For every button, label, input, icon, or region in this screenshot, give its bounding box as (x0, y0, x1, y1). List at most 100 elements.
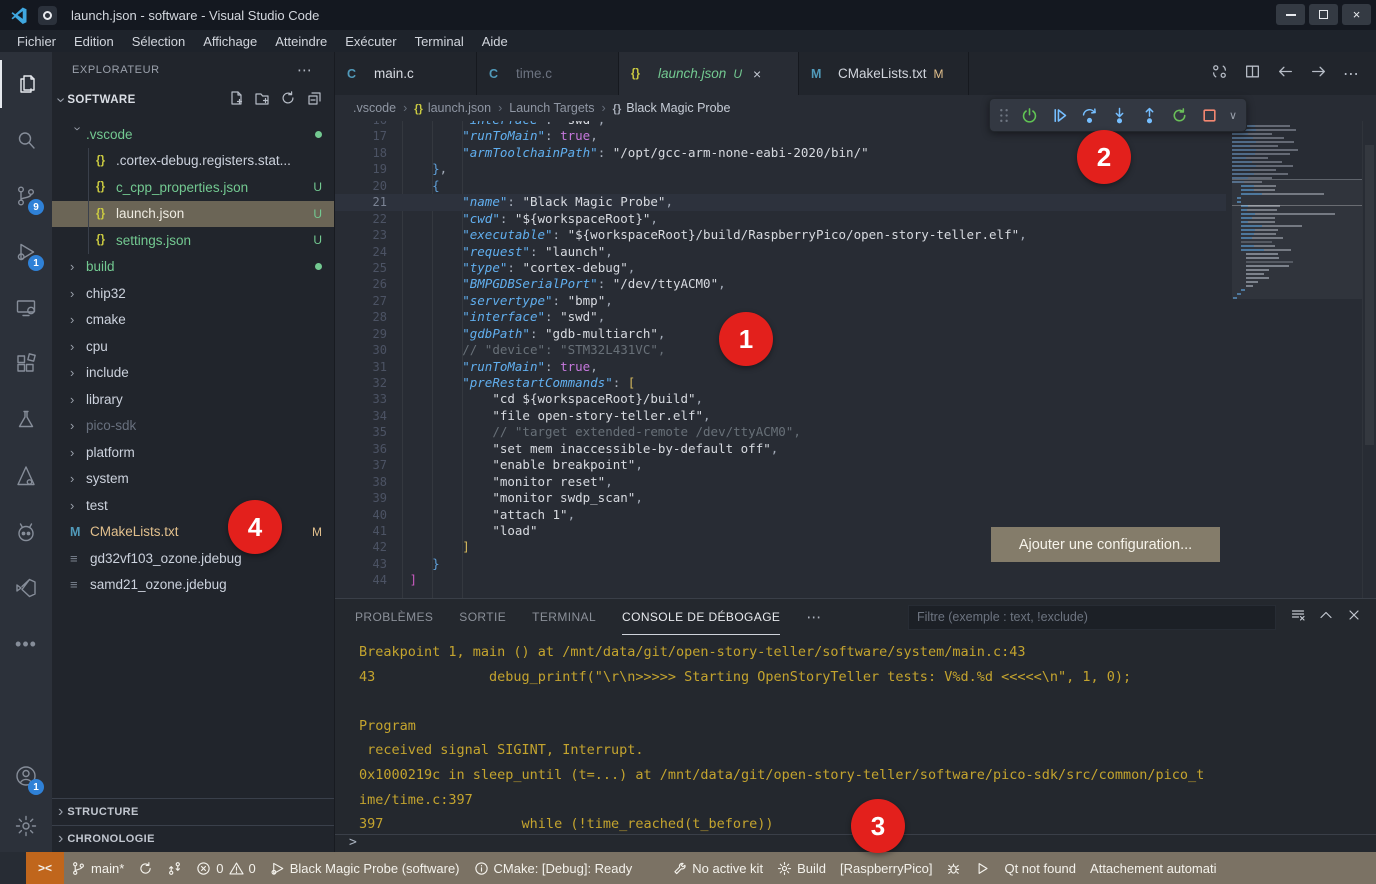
minimap-slider[interactable] (1232, 179, 1362, 299)
code-line-32[interactable]: 32 "preRestartCommands": [ (335, 375, 1226, 391)
collapse-all-button[interactable] (306, 90, 322, 111)
code-area[interactable]: 16 "interface": "swd",17 "runToMain": tr… (335, 121, 1226, 589)
new-folder-button[interactable] (254, 90, 270, 111)
tree-item-build[interactable]: ›build (52, 254, 334, 281)
editor-scrollbar[interactable] (1362, 121, 1376, 598)
maximize-button[interactable] (1309, 4, 1338, 25)
code-line-33[interactable]: 33 "cd ${workspaceRoot}/build", (335, 391, 1226, 407)
open-changes-button[interactable] (1211, 63, 1228, 85)
continue-button[interactable] (1046, 102, 1073, 128)
code-line-34[interactable]: 34 "file open-story-teller.elf", (335, 408, 1226, 424)
tab-main.c[interactable]: Cmain.c (335, 52, 477, 95)
code-line-36[interactable]: 36 "set mem inaccessible-by-default off"… (335, 441, 1226, 457)
statusbar-cmake-status[interactable]: CMake: [Debug]: Ready (467, 852, 640, 884)
sidebar-more-icon[interactable]: ⋯ (297, 61, 314, 79)
menu-item-edition[interactable]: Edition (65, 34, 123, 49)
menu-item-aide[interactable]: Aide (473, 34, 517, 49)
code-line-44[interactable]: 44 ] (335, 572, 1226, 588)
activity-explorer[interactable] (0, 60, 52, 108)
code-line-27[interactable]: 27 "servertype": "bmp", (335, 293, 1226, 309)
debug-filter-input[interactable] (908, 605, 1276, 630)
code-line-23[interactable]: 23 "executable": "${workspaceRoot}/build… (335, 227, 1226, 243)
activity-source-control[interactable]: 9 (0, 172, 52, 220)
activity-visual-studio[interactable] (0, 564, 52, 612)
tree-item-library[interactable]: ›library (52, 386, 334, 413)
code-line-31[interactable]: 31 "runToMain": true, (335, 359, 1226, 375)
activity-search[interactable] (0, 116, 52, 164)
tree-item-CMakeLists.txt[interactable]: MCMakeLists.txtM (52, 519, 334, 546)
tree-item-launch.json[interactable]: {}launch.jsonU (52, 201, 334, 228)
tree-item-chip32[interactable]: ›chip32 (52, 280, 334, 307)
code-line-21[interactable]: 21 "name": "Black Magic Probe", (335, 194, 1226, 210)
tree-item-platform[interactable]: ›platform (52, 439, 334, 466)
tree-item-c_cpp_properties.json[interactable]: {}c_cpp_properties.jsonU (52, 174, 334, 201)
close-panel-button[interactable] (1346, 607, 1362, 628)
tree-item-.vscode[interactable]: ›.vscode (52, 121, 334, 148)
statusbar-qt-status[interactable]: Qt not found (997, 852, 1083, 884)
tab-time.c[interactable]: Ctime.c (477, 52, 619, 95)
statusbar-build-variant[interactable]: [RaspberryPico] (833, 852, 939, 884)
menu-item-fichier[interactable]: Fichier (8, 34, 65, 49)
code-line-29[interactable]: 29 "gdbPath": "gdb-multiarch", (335, 326, 1226, 342)
statusbar-auto-attach[interactable]: Attachement automati (1083, 852, 1223, 884)
split-editor-button[interactable] (1244, 63, 1261, 85)
statusbar-problems[interactable]: 00 (189, 852, 262, 884)
activity-more[interactable]: ••• (0, 620, 52, 668)
code-line-37[interactable]: 37 "enable breakpoint", (335, 457, 1226, 473)
code-line-22[interactable]: 22 "cwd": "${workspaceRoot}", (335, 211, 1226, 227)
activity-remote-explorer[interactable] (0, 284, 52, 332)
activity-run-and-debug[interactable]: 1 (0, 228, 52, 276)
tree-item-pico-sdk[interactable]: ›pico-sdk (52, 413, 334, 440)
code-line-30[interactable]: 30 // "device": "STM32L431VC", (335, 342, 1226, 358)
statusbar-debug-bug[interactable] (939, 852, 968, 884)
statusbar-sync[interactable] (131, 852, 160, 884)
step-over-button[interactable] (1076, 102, 1103, 128)
tree-item-system[interactable]: ›system (52, 466, 334, 493)
menu-item-executer[interactable]: Exécuter (336, 34, 405, 49)
new-file-button[interactable] (228, 90, 244, 111)
tree-item-gd32vf103_ozone.jdebug[interactable]: ≡gd32vf103_ozone.jdebug (52, 545, 334, 572)
close-icon[interactable]: × (753, 66, 761, 82)
power-button[interactable] (1016, 102, 1043, 128)
panel-more-icon[interactable]: ⋯ (806, 608, 823, 626)
refresh-button[interactable] (280, 90, 296, 111)
breadcrumb-item-launch.json[interactable]: {}launch.json (414, 101, 491, 115)
menu-item-affichage[interactable]: Affichage (194, 34, 266, 49)
statusbar-git-compare[interactable] (160, 852, 189, 884)
minimize-button[interactable] (1276, 4, 1305, 25)
more-actions-icon[interactable]: ⋯ (1343, 64, 1360, 84)
minimap[interactable] (1232, 121, 1362, 598)
add-configuration-button[interactable]: Ajouter une configuration... (991, 527, 1220, 562)
activity-accounts[interactable]: 1 (0, 752, 52, 800)
maximize-panel-button[interactable] (1318, 607, 1334, 628)
activity-platformio[interactable] (0, 508, 52, 556)
code-line-26[interactable]: 26 "BMPGDBSerialPort": "/dev/ttyACM0", (335, 276, 1226, 292)
tree-item-cmake[interactable]: ›cmake (52, 307, 334, 334)
section-structure[interactable]: ›STRUCTURE (52, 798, 334, 825)
statusbar-launch-target[interactable] (968, 852, 997, 884)
statusbar-build[interactable]: Build (770, 852, 833, 884)
panel-tab-problemes[interactable]: PROBLÈMES (355, 599, 433, 635)
breadcrumb-item-BlackMagicProbe[interactable]: {}Black Magic Probe (613, 101, 731, 115)
nav-forward-button[interactable] (1310, 63, 1327, 85)
tab-CMakeLists.txt[interactable]: MCMakeLists.txtM (799, 52, 969, 95)
stop-dropdown-button[interactable]: ∨ (1226, 102, 1240, 128)
statusbar-active-kit[interactable]: No active kit (665, 852, 770, 884)
code-line-28[interactable]: 28 "interface": "swd", (335, 309, 1226, 325)
tree-item-settings.json[interactable]: {}settings.jsonU (52, 227, 334, 254)
tree-item-test[interactable]: ›test (52, 492, 334, 519)
step-into-button[interactable] (1106, 102, 1133, 128)
activity-settings[interactable] (0, 802, 52, 850)
debug-console-output[interactable]: Breakpoint 1, main () at /mnt/data/git/o… (335, 635, 1376, 834)
restart-button[interactable] (1166, 102, 1193, 128)
section-chronologie[interactable]: ›CHRONOLOGIE (52, 825, 334, 852)
clear-console-button[interactable] (1290, 607, 1306, 628)
menu-item-atteindre[interactable]: Atteindre (266, 34, 336, 49)
code-line-40[interactable]: 40 "attach 1", (335, 507, 1226, 523)
panel-tab-console-de-debogage[interactable]: CONSOLE DE DÉBOGAGE (622, 599, 780, 635)
code-line-35[interactable]: 35 // "target extended-remote /dev/ttyAC… (335, 424, 1226, 440)
tab-launch.json[interactable]: {}launch.jsonU× (619, 52, 799, 95)
breadcrumb-item-LaunchTargets[interactable]: Launch Targets (509, 101, 594, 115)
close-button[interactable]: × (1342, 4, 1371, 25)
step-out-button[interactable] (1136, 102, 1163, 128)
